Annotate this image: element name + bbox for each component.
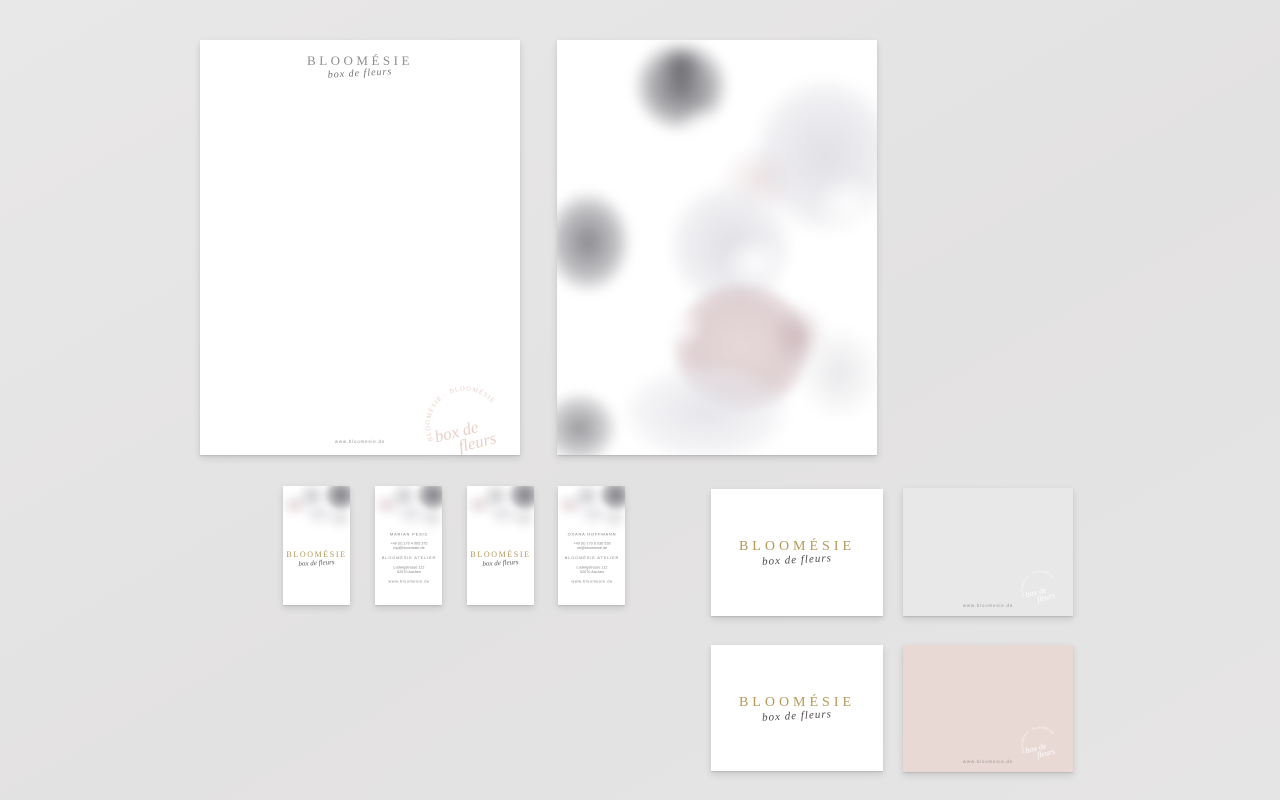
fold-card-back-gray: www.bloomesie.de BLOOMÉSIE · BLOOMÉSIE b… bbox=[903, 488, 1073, 616]
business-card-contact-block: OXANA HOFFMANN +49 (0) 170 8 036 528 oh@… bbox=[558, 532, 625, 584]
city-address: 52070 Aachen bbox=[558, 570, 625, 575]
watercolor-highlight bbox=[662, 95, 747, 165]
floral-blob bbox=[375, 488, 407, 522]
watercolor-highlight bbox=[707, 225, 802, 300]
company-name: BLOOMÉSIE ATELIER bbox=[558, 555, 625, 560]
floral-blob bbox=[558, 488, 590, 522]
stationery-mockup-stage: BLOOMÉSIE box de fleurs www.bloomesie.de… bbox=[0, 0, 1280, 800]
business-card-front: BLOOMÉSIE box de fleurs bbox=[467, 486, 534, 605]
floral-blob bbox=[321, 502, 350, 538]
floral-blob bbox=[383, 486, 425, 516]
website-url: www.bloomesie.de bbox=[558, 579, 625, 584]
city-address: 52070 Aachen bbox=[375, 570, 442, 575]
floral-blob bbox=[295, 494, 343, 536]
fold-card-back-blush: www.bloomesie.de BLOOMÉSIE · BLOOMÉSIE b… bbox=[903, 645, 1073, 772]
watercolor-flower-dark-top-core bbox=[651, 40, 711, 94]
watercolor-highlight bbox=[587, 135, 657, 195]
business-card-back: MARIAN PESIC +49 (0) 170 4 905 375 mp@bl… bbox=[375, 486, 442, 605]
floral-blob bbox=[291, 486, 333, 516]
floral-blob bbox=[592, 486, 625, 518]
fold-card-front-white: BLOOMÉSIE box de fleurs bbox=[711, 645, 883, 771]
floral-blob bbox=[479, 494, 527, 536]
floral-blob bbox=[467, 488, 499, 522]
business-card-back: OXANA HOFFMANN +49 (0) 170 8 036 528 oh@… bbox=[558, 486, 625, 605]
fold-card-front-white: BLOOMÉSIE box de fleurs bbox=[711, 489, 883, 616]
business-card-front: BLOOMÉSIE box de fleurs bbox=[283, 486, 350, 605]
floral-blob bbox=[317, 486, 350, 518]
floral-blob bbox=[387, 494, 435, 536]
fold-card-logo: BLOOMÉSIE box de fleurs bbox=[711, 695, 883, 722]
brand-stamp-white: BLOOMÉSIE · BLOOMÉSIE box de fleurs bbox=[1017, 720, 1063, 766]
website-url: www.bloomesie.de bbox=[375, 579, 442, 584]
floral-blob bbox=[505, 502, 534, 538]
company-name: BLOOMÉSIE ATELIER bbox=[375, 555, 442, 560]
letterhead-sheet: BLOOMÉSIE box de fleurs www.bloomesie.de… bbox=[200, 40, 520, 455]
business-card-contact-block: MARIAN PESIC +49 (0) 170 4 905 375 mp@bl… bbox=[375, 532, 442, 584]
letterhead-logo: BLOOMÉSIE box de fleurs bbox=[200, 53, 520, 79]
watercolor-floral-print bbox=[557, 40, 877, 455]
floral-blob bbox=[475, 486, 517, 516]
person-name: OXANA HOFFMANN bbox=[558, 532, 625, 537]
brand-stamp-pink: BLOOMÉSIE · BLOOMÉSIE box de fleurs bbox=[417, 373, 513, 455]
business-card-floral-header bbox=[283, 486, 350, 548]
business-card-floral-header bbox=[467, 486, 534, 548]
watercolor-highlight bbox=[642, 295, 717, 360]
fold-card-logo: BLOOMÉSIE box de fleurs bbox=[711, 539, 883, 566]
business-card-logo: BLOOMÉSIE box de fleurs bbox=[467, 550, 534, 567]
floral-blob bbox=[409, 486, 442, 518]
floral-blob bbox=[501, 486, 534, 518]
floral-blob bbox=[566, 486, 608, 516]
person-name: MARIAN PESIC bbox=[375, 532, 442, 537]
floral-blob bbox=[283, 488, 315, 522]
brand-stamp-white: BLOOMÉSIE · BLOOMÉSIE box de fleurs bbox=[1017, 564, 1063, 610]
email-address: oh@bloomesie.de bbox=[558, 546, 625, 551]
floral-blob bbox=[570, 494, 618, 536]
business-card-logo: BLOOMÉSIE box de fleurs bbox=[283, 550, 350, 567]
email-address: mp@bloomesie.de bbox=[375, 546, 442, 551]
